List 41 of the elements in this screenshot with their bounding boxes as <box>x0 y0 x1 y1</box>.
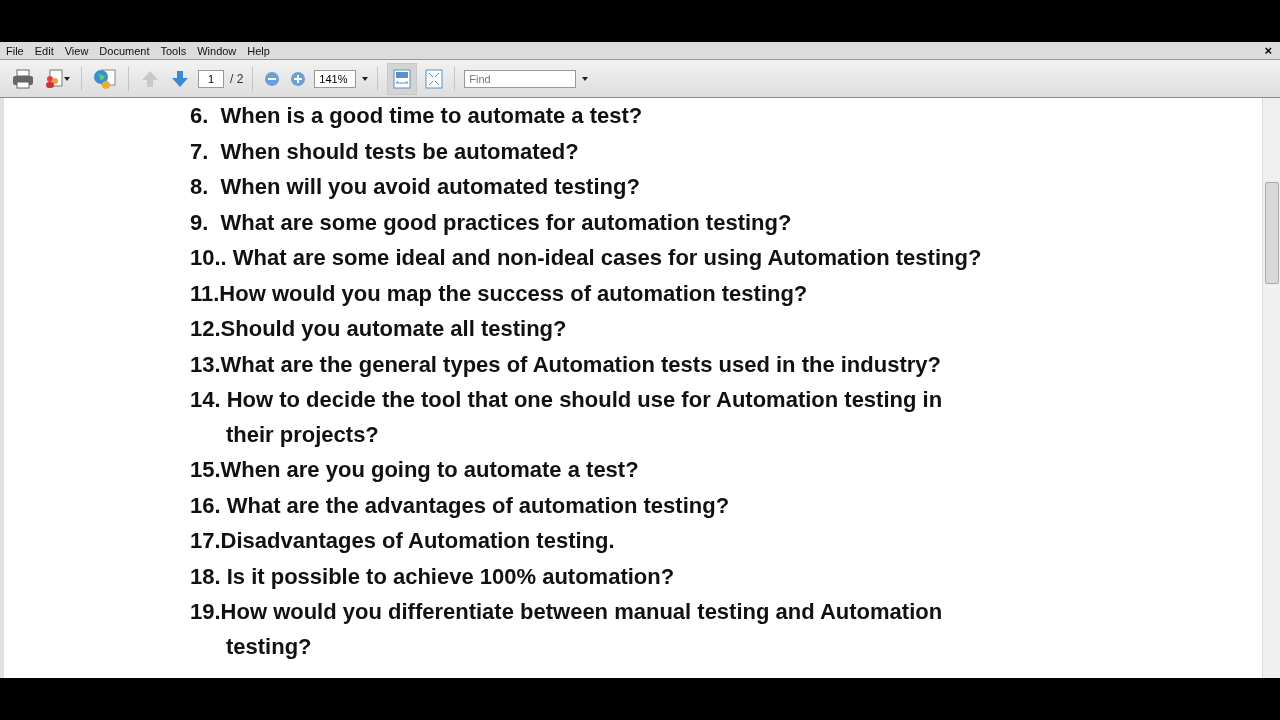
printer-icon <box>12 68 34 89</box>
menu-item[interactable]: View <box>64 44 89 57</box>
question-text: 17.Disadvantages of Automation testing. <box>190 527 616 555</box>
close-button[interactable]: × <box>1262 43 1274 58</box>
question-text: 9. What are some good practices for automation testing? <box>190 208 793 237</box>
menu-item[interactable]: Tools <box>160 44 187 57</box>
zoom-field[interactable]: 141% <box>314 69 357 88</box>
caret-icon <box>362 76 369 81</box>
question-text: 18. Is it possible to achieve 100% automation? <box>190 562 676 591</box>
question-text: 6. When is a good time to automate a test? <box>190 102 644 130</box>
question-text: 11.How would you map the success of automation testing? <box>190 279 809 308</box>
fit-width-icon <box>393 68 412 89</box>
down-arrow-icon <box>170 68 190 89</box>
print-button[interactable] <box>10 66 36 91</box>
question-text: 10.. What are some ideal and non-ideal cases for using Automation testing? <box>190 244 983 272</box>
menu-item[interactable]: Window <box>197 44 237 57</box>
fit-page-button[interactable] <box>423 66 446 91</box>
question-text: 13.What are the general types of Automation tests used in the industry? <box>190 350 942 379</box>
fit-page-icon <box>425 68 444 89</box>
find-field[interactable]: Find <box>464 69 577 88</box>
page-total: / 2 <box>230 71 244 86</box>
question-text: 12.Should you automate all testing? <box>190 315 568 343</box>
minus-circle-icon <box>264 70 281 87</box>
question-text: 19.How would you differentiate between manual testing and Automation testing? <box>190 598 944 661</box>
menu-item[interactable]: Help <box>247 44 270 57</box>
menu-item[interactable]: File <box>6 44 24 57</box>
question-text: 16. What are the advantages of automation testing? <box>190 491 731 520</box>
globe-document-icon <box>93 67 117 90</box>
caret-icon <box>64 76 70 81</box>
question-text: 14. How to decide the tool that one should use for Automation testing in their projects? <box>190 386 944 449</box>
document-people-icon <box>44 68 64 89</box>
caret-icon <box>582 76 589 81</box>
page-number-field[interactable]: 1 <box>198 69 224 88</box>
question-text: 8. When will you avoid automated testing? <box>190 173 641 201</box>
menu-item[interactable]: Document <box>99 44 150 57</box>
fit-width-button[interactable] <box>387 62 418 95</box>
question-text: 7. When should tests be automated? <box>190 137 580 166</box>
question-text: 15.When are you going to automate a test? <box>190 456 640 484</box>
menu-item[interactable]: Edit <box>34 44 54 57</box>
scrollbar-thumb[interactable] <box>1264 182 1279 284</box>
plus-circle-icon <box>290 70 307 87</box>
